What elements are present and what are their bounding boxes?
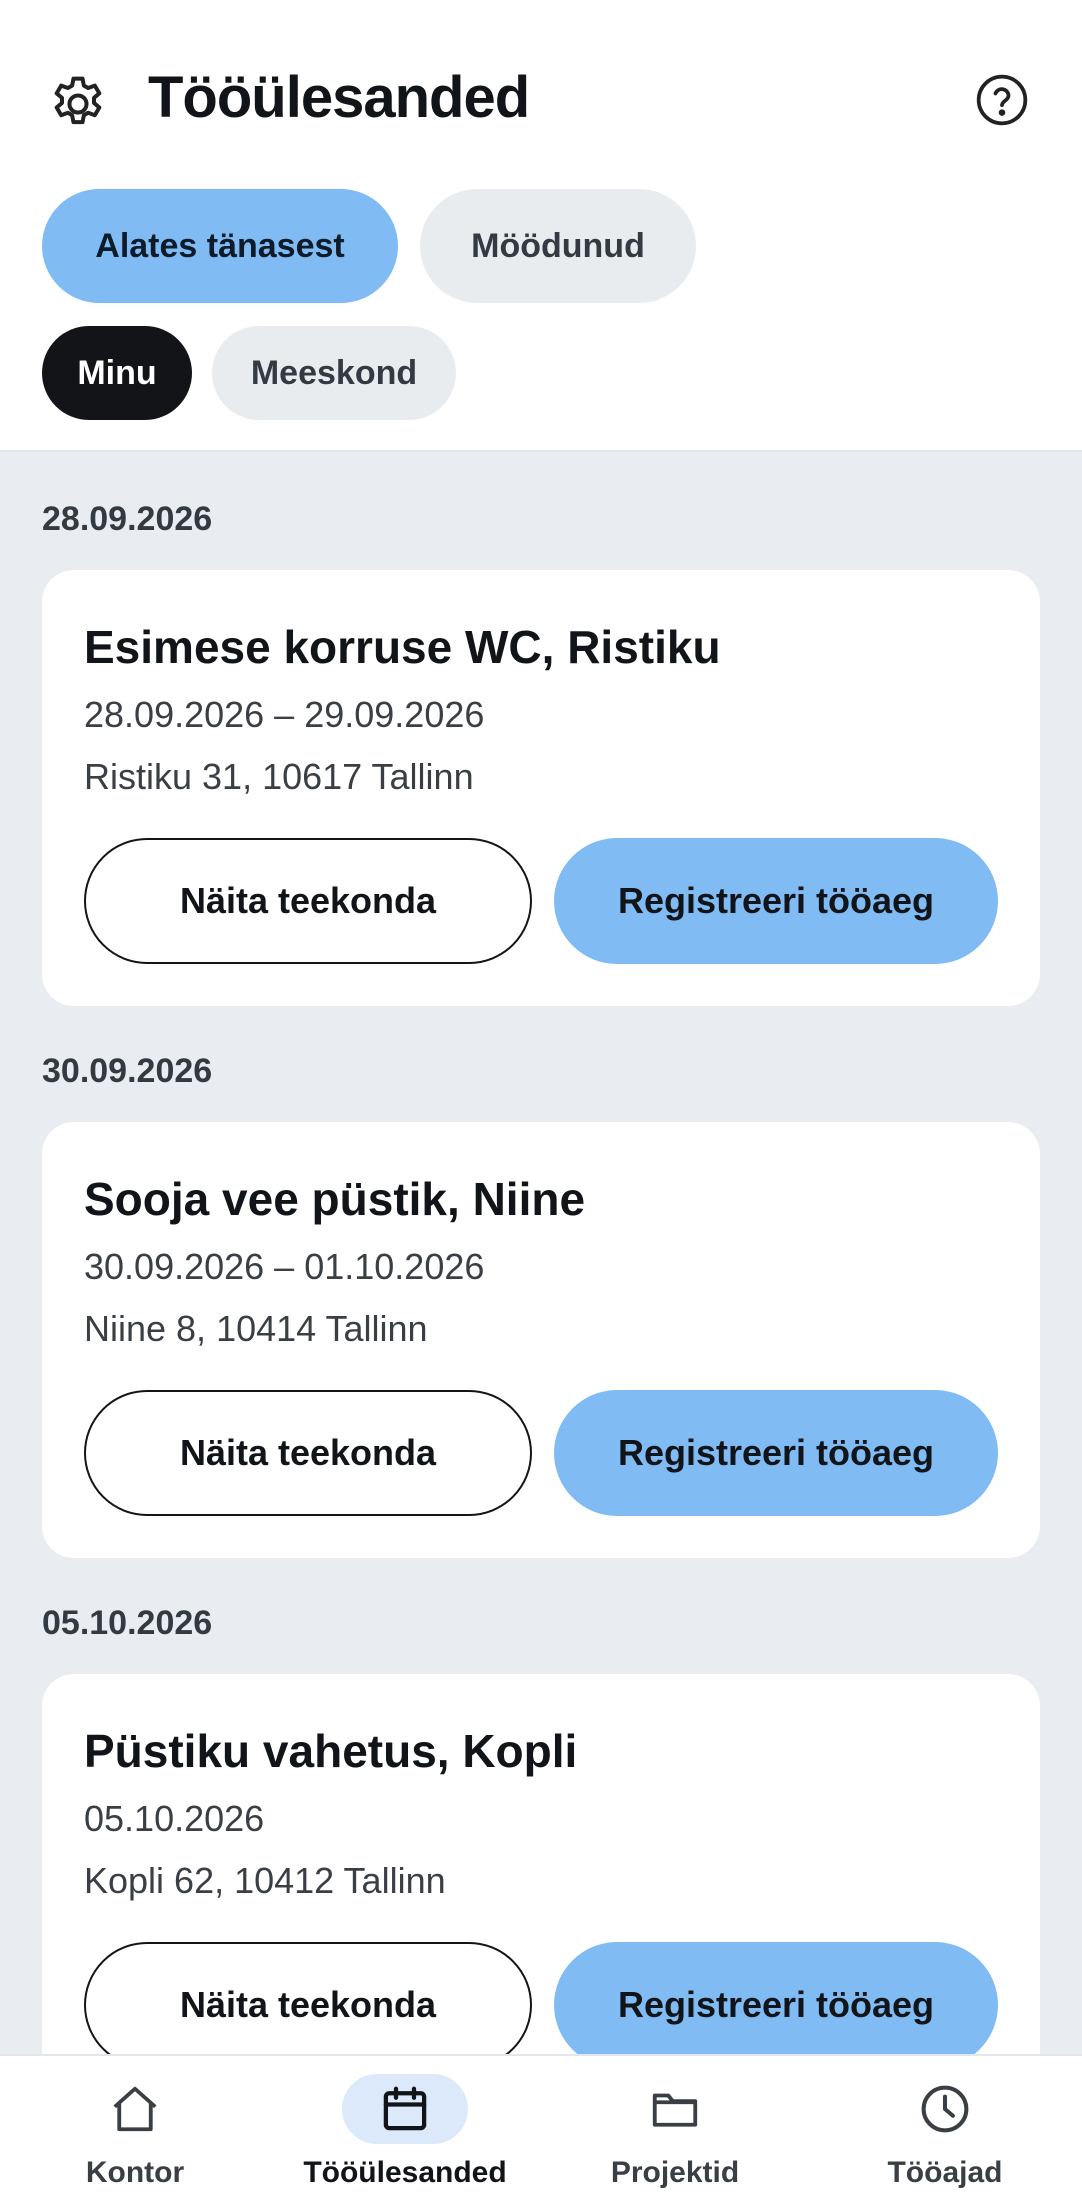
show-route-button[interactable]: Näita teekonda bbox=[84, 1390, 532, 1516]
calendar-icon bbox=[342, 2074, 468, 2144]
task-title: Sooja vee püstik, Niine bbox=[84, 1173, 586, 1225]
header: Tööülesanded Alates tänasest Möödunud Mi… bbox=[0, 0, 1082, 452]
task-address: Niine 8, 10414 Tallinn bbox=[84, 1308, 428, 1349]
filter-past[interactable]: Möödunud bbox=[420, 189, 696, 303]
help-circle-icon[interactable] bbox=[974, 72, 1030, 128]
date-heading: 28.09.2026 bbox=[42, 500, 213, 538]
task-card[interactable]: Esimese korruse WC, Ristiku 28.09.2026 –… bbox=[42, 570, 1040, 1006]
register-time-button[interactable]: Registreeri tööaeg bbox=[554, 1942, 998, 2054]
nav-item-tooulesanded[interactable]: Tööülesanded bbox=[270, 2056, 540, 2202]
nav-label: Tööajad bbox=[887, 2156, 1003, 2189]
register-time-button[interactable]: Registreeri tööaeg bbox=[554, 838, 998, 964]
bottom-nav: Kontor Tööülesanded Projektid Tööajad bbox=[0, 2054, 1082, 2202]
task-title: Püstiku vahetus, Kopli bbox=[84, 1725, 578, 1777]
task-title: Esimese korruse WC, Ristiku bbox=[84, 621, 721, 673]
filter-mine[interactable]: Minu bbox=[42, 326, 192, 420]
date-heading: 30.09.2026 bbox=[42, 1052, 213, 1090]
nav-label: Kontor bbox=[85, 2156, 185, 2189]
home-icon bbox=[72, 2074, 198, 2144]
page-title: Tööülesanded bbox=[148, 65, 530, 130]
task-address: Ristiku 31, 10617 Tallinn bbox=[84, 756, 474, 797]
gear-icon[interactable] bbox=[44, 70, 112, 138]
task-list[interactable]: 28.09.2026 Esimese korruse WC, Ristiku 2… bbox=[0, 452, 1082, 2054]
task-dates: 28.09.2026 – 29.09.2026 bbox=[84, 694, 485, 735]
show-route-button[interactable]: Näita teekonda bbox=[84, 838, 532, 964]
date-heading: 05.10.2026 bbox=[42, 1604, 213, 1642]
nav-item-projektid[interactable]: Projektid bbox=[540, 2056, 810, 2202]
register-time-button[interactable]: Registreeri tööaeg bbox=[554, 1390, 998, 1516]
clock-icon bbox=[882, 2074, 1008, 2144]
show-route-button[interactable]: Näita teekonda bbox=[84, 1942, 532, 2054]
filter-team[interactable]: Meeskond bbox=[212, 326, 456, 420]
nav-label: Tööülesanded bbox=[303, 2156, 507, 2189]
task-card[interactable]: Püstiku vahetus, Kopli 05.10.2026 Kopli … bbox=[42, 1674, 1040, 2054]
nav-item-tooajad[interactable]: Tööajad bbox=[810, 2056, 1080, 2202]
nav-item-kontor[interactable]: Kontor bbox=[0, 2056, 270, 2202]
task-card[interactable]: Sooja vee püstik, Niine 30.09.2026 – 01.… bbox=[42, 1122, 1040, 1558]
task-address: Kopli 62, 10412 Tallinn bbox=[84, 1860, 446, 1901]
app-screen: Tööülesanded Alates tänasest Möödunud Mi… bbox=[0, 0, 1082, 2202]
folder-icon bbox=[612, 2074, 738, 2144]
filter-from-today[interactable]: Alates tänasest bbox=[42, 189, 398, 303]
task-dates: 05.10.2026 bbox=[84, 1798, 265, 1839]
nav-label: Projektid bbox=[610, 2156, 740, 2189]
task-dates: 30.09.2026 – 01.10.2026 bbox=[84, 1246, 485, 1287]
